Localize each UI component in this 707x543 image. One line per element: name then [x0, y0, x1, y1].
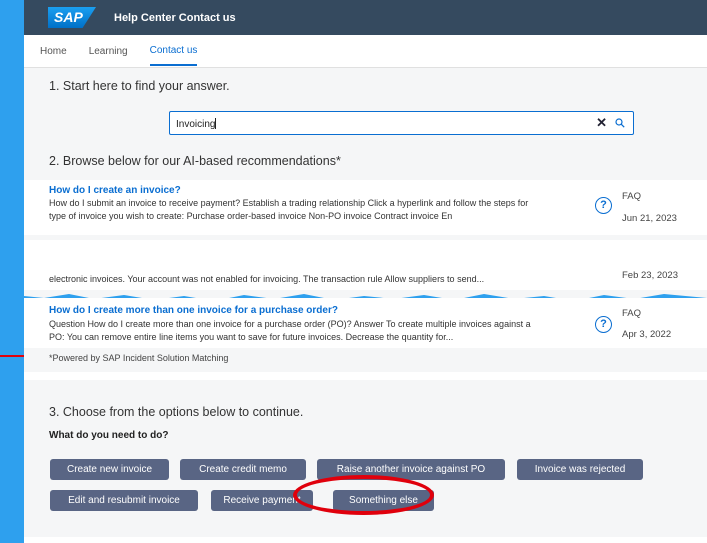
result-type: FAQ [622, 308, 642, 319]
search-value: Invoicing [176, 119, 216, 130]
nav-contact-us[interactable]: Contact us [149, 36, 198, 66]
result-title-link[interactable]: How do I create an invoice? [49, 185, 181, 196]
nav-home[interactable]: Home [40, 37, 67, 65]
result-snippet: How do I submit an invoice to receive pa… [49, 198, 529, 221]
answers-panel: 1. Start here to find your answer. Invoi… [24, 68, 707, 372]
powered-by-note: *Powered by SAP Incident Solution Matchi… [49, 353, 229, 363]
result-title-link[interactable]: How do I create more than one invoice fo… [49, 305, 338, 316]
result-snippet: Question How do I create more than one i… [49, 319, 531, 342]
result-snippet: electronic invoices. Your account was no… [49, 274, 485, 284]
result-item[interactable]: electronic invoices. Your account was no… [24, 240, 707, 290]
question-icon: ? [595, 316, 612, 333]
search-icon[interactable] [615, 118, 625, 128]
question-icon: ? [595, 197, 612, 214]
create-credit-memo-button[interactable]: Create credit memo [180, 459, 306, 480]
app-title: Help Center Contact us [114, 11, 236, 24]
result-date: Apr 3, 2022 [622, 329, 672, 340]
result-type: FAQ [622, 191, 642, 202]
result-item[interactable]: How do I create an invoice? How do I sub… [24, 180, 707, 235]
create-new-invoice-button[interactable]: Create new invoice [50, 459, 169, 480]
nav-learning[interactable]: Learning [89, 37, 128, 65]
clear-icon[interactable]: ✕ [596, 115, 607, 131]
nav-bar: Home Learning Contact us [24, 35, 707, 68]
result-item[interactable]: How do I create more than one invoice fo… [24, 298, 707, 348]
highlight-annotation [293, 475, 434, 515]
step3-title: 3. Choose from the options below to cont… [49, 405, 304, 419]
result-date: Jun 21, 2023 [622, 213, 677, 224]
top-bar: SAP Help Center Contact us [24, 0, 707, 35]
text-cursor [215, 118, 217, 129]
sap-logo: SAP [48, 7, 96, 28]
edit-resubmit-invoice-button[interactable]: Edit and resubmit invoice [50, 490, 198, 511]
search-input[interactable]: Invoicing ✕ [169, 111, 634, 135]
annotation-mark-left [0, 355, 24, 357]
result-date: Feb 23, 2023 [622, 270, 678, 281]
step3-question: What do you need to do? [49, 430, 169, 441]
step2-title: 2. Browse below for our AI-based recomme… [49, 154, 341, 168]
help-center-window: SAP Help Center Contact us Home Learning… [24, 0, 707, 543]
invoice-was-rejected-button[interactable]: Invoice was rejected [517, 459, 643, 480]
step1-title: 1. Start here to find your answer. [49, 79, 230, 93]
